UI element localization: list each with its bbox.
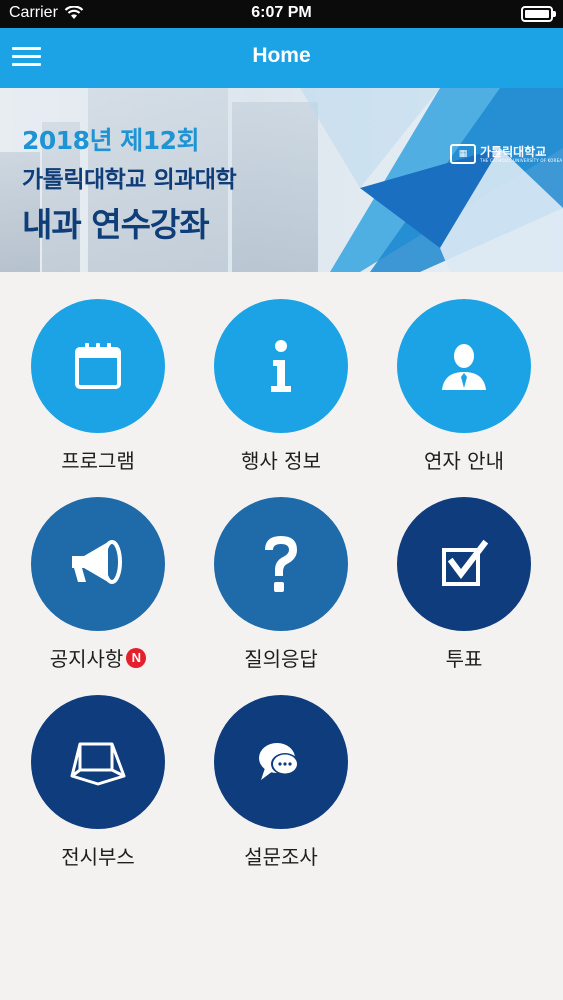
menu-item-circle <box>214 497 348 631</box>
menu-item-circle <box>31 497 165 631</box>
menu-item-circle <box>397 497 531 631</box>
university-logo: ▦ 가톨릭대학교 THE CATHOLIC UNIVERSITY OF KORE… <box>450 144 562 164</box>
clock: 6:07 PM <box>251 4 312 21</box>
menu-item-circle <box>31 299 165 433</box>
logo-text: 가톨릭대학교 <box>480 144 547 159</box>
speaker-person-icon <box>442 344 486 390</box>
menu-item-notice[interactable]: 공지사항 N <box>8 497 188 687</box>
menu-item-label: 전시부스 <box>61 845 135 869</box>
battery-icon <box>521 6 556 22</box>
banner-line-3: 내과 연수강좌 <box>22 205 210 244</box>
university-seal-icon: ▦ <box>450 144 476 164</box>
new-badge: N <box>126 647 147 668</box>
menu-item-program[interactable]: 프로그램 <box>8 299 188 489</box>
menu-item-label: 공지사항 N <box>8 643 188 672</box>
status-bar: Carrier 6:07 PM <box>0 0 563 28</box>
info-icon <box>271 340 291 392</box>
page-title: Home <box>252 44 311 67</box>
menu-item-circle <box>214 299 348 433</box>
menu-item-vote[interactable]: 투표 <box>374 497 554 687</box>
booth-icon <box>70 742 126 786</box>
calendar-icon <box>75 343 121 389</box>
chat-bubble-icon <box>259 743 299 780</box>
menu-item-survey[interactable]: 설문조사 <box>191 695 371 885</box>
menu-item-speakers[interactable]: 연자 안내 <box>374 299 554 489</box>
vote-check-icon <box>442 539 489 586</box>
megaphone-icon <box>72 540 122 584</box>
menu-item-label: 투표 <box>445 647 483 671</box>
event-banner: 2018년 제12회 가톨릭대학교 의과대학 내과 연수강좌 ▦ 가톨릭대학교 … <box>0 88 563 272</box>
menu-item-circle <box>214 695 348 829</box>
menu-item-circle <box>397 299 531 433</box>
menu-item-label: 설문조사 <box>244 845 318 869</box>
menu-item-circle <box>31 695 165 829</box>
banner-line-1: 2018년 제12회 <box>22 126 200 155</box>
menu-item-label: 질의응답 <box>244 647 318 671</box>
menu-item-qna[interactable]: 질의응답 <box>191 497 371 687</box>
menu-item-booth[interactable]: 전시부스 <box>8 695 188 885</box>
banner-decoration <box>300 88 563 272</box>
question-icon <box>265 536 297 592</box>
menu-item-label: 프로그램 <box>61 449 135 473</box>
menu-item-event-info[interactable]: 행사 정보 <box>191 299 371 489</box>
banner-line-2: 가톨릭대학교 의과대학 <box>22 167 237 193</box>
menu-item-label: 연자 안내 <box>424 449 504 473</box>
nav-bar: Home <box>0 28 563 88</box>
menu-item-label: 행사 정보 <box>241 449 321 473</box>
logo-subtext: THE CATHOLIC UNIVERSITY OF KOREA <box>480 157 563 163</box>
